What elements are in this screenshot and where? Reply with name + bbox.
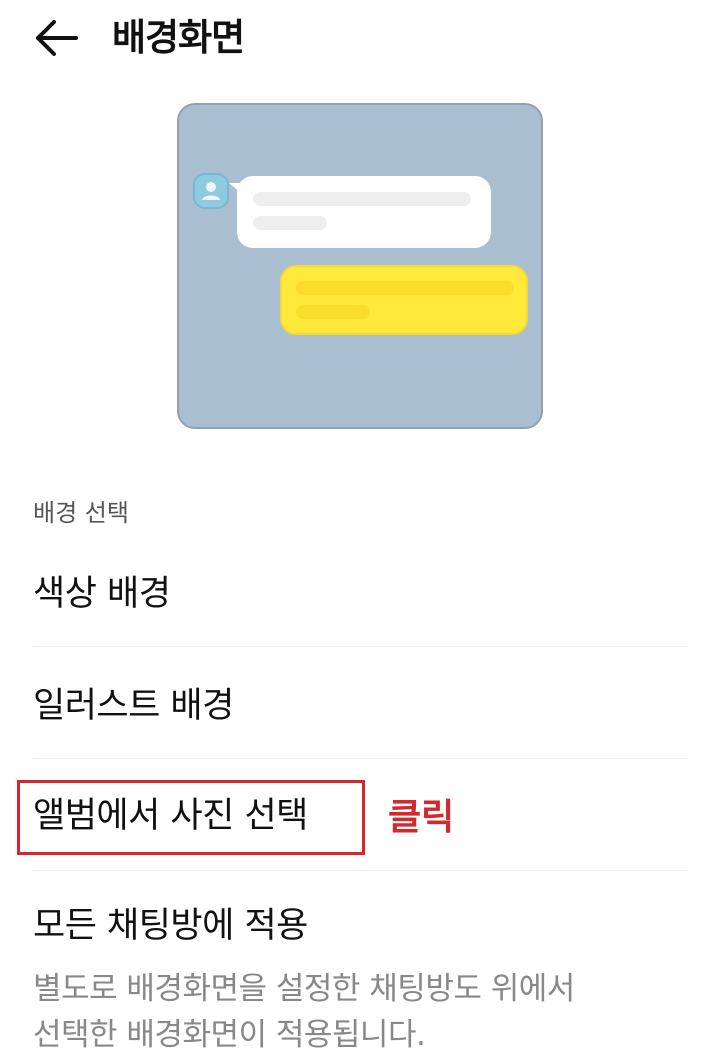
preview-outgoing-bubble xyxy=(280,265,528,335)
preview-text-line xyxy=(253,192,471,206)
preview-incoming-bubble xyxy=(237,176,491,248)
preview-text-line xyxy=(296,281,514,295)
description-line-1: 별도로 배경화면을 설정한 채팅방도 위에서 xyxy=(33,971,575,1007)
click-annotation: 클릭 xyxy=(388,797,455,838)
preview-avatar xyxy=(193,173,229,209)
divider xyxy=(33,870,688,871)
divider xyxy=(33,646,688,647)
person-icon xyxy=(202,182,220,200)
preview-text-line xyxy=(296,305,370,319)
wallpaper-preview xyxy=(177,103,543,429)
description-line-2: 선택한 배경화면이 적용됩니다. xyxy=(33,1017,426,1053)
illustration-background-option[interactable]: 일러스트 배경 xyxy=(33,682,234,730)
color-background-option[interactable]: 색상 배경 xyxy=(33,570,171,618)
wallpaper-settings-screen: 배경화면 배경 선택 색상 배경 일러스트 배경 앨범에서 사진 선택 클릭 모… xyxy=(0,0,720,1059)
apply-all-chats-option[interactable]: 모든 채팅방에 적용 xyxy=(33,902,308,950)
back-button[interactable] xyxy=(30,14,82,62)
divider xyxy=(33,758,688,759)
page-title: 배경화면 xyxy=(112,16,245,59)
header: 배경화면 xyxy=(0,0,720,80)
preview-text-line xyxy=(253,216,327,230)
section-label: 배경 선택 xyxy=(33,499,129,527)
highlight-box xyxy=(17,780,365,855)
arrow-left-icon xyxy=(36,20,78,56)
